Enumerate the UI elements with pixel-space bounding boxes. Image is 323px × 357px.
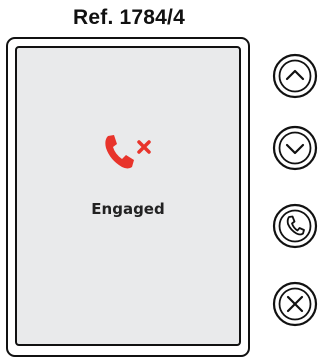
down-button[interactable] xyxy=(272,125,318,171)
phone-busy-icon xyxy=(105,135,151,169)
chevron-down-icon xyxy=(272,125,318,171)
status-label: Engaged xyxy=(91,200,165,218)
close-x-icon xyxy=(272,281,318,327)
chevron-up-icon xyxy=(272,53,318,99)
up-button[interactable] xyxy=(272,53,318,99)
reference-title: Ref. 1784/4 xyxy=(73,6,185,29)
call-button[interactable] xyxy=(272,203,318,249)
cancel-button[interactable] xyxy=(272,281,318,327)
display-screen xyxy=(15,46,241,346)
phone-icon xyxy=(272,203,318,249)
